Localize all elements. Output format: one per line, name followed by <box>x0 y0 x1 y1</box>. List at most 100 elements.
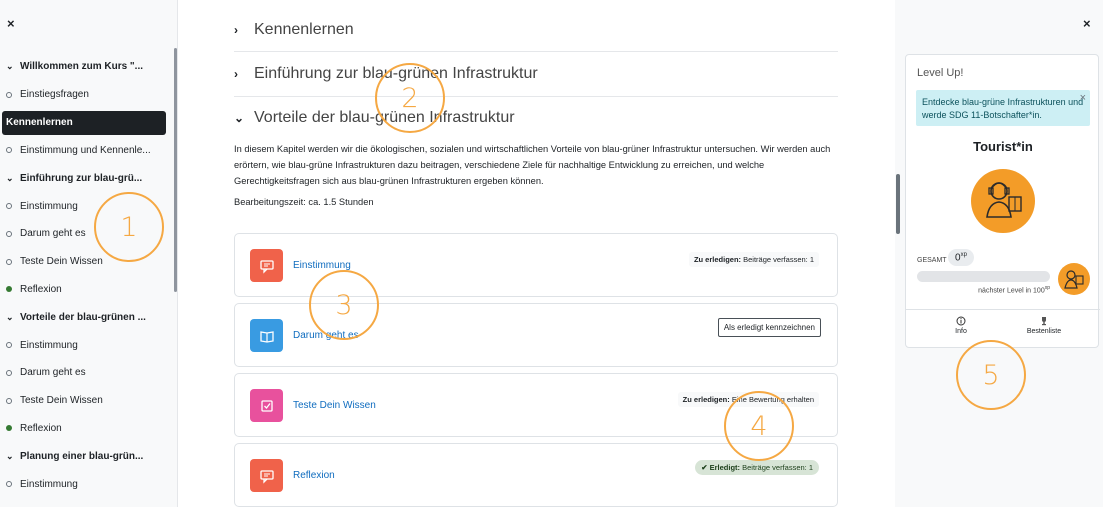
section-header-kennenlernen[interactable]: › Kennenlernen <box>234 8 838 52</box>
sidebar-scrollbar[interactable] <box>174 48 177 292</box>
completed-dot-icon <box>6 425 12 432</box>
sidebar-activity[interactable]: Teste Dein Wissen <box>0 387 172 415</box>
chevron-down-icon: ⌄ <box>6 450 14 461</box>
trophy-icon <box>1024 316 1064 328</box>
open-circle-icon <box>6 230 12 237</box>
sidebar-item-label: Planung einer blau-grün... <box>20 450 144 462</box>
open-circle-icon <box>6 342 12 349</box>
section-duration: Bearbeitungszeit: ca. 1.5 Stunden <box>234 197 374 207</box>
sidebar-item-label: Einstimmung <box>20 339 78 351</box>
open-circle-icon <box>6 369 12 376</box>
sidebar-activity[interactable]: Einstimmung <box>0 331 172 359</box>
annotation-marker: 5 <box>956 340 1026 410</box>
sidebar-item-label: Reflexion <box>20 283 62 295</box>
annotation-marker: 1 <box>94 192 164 262</box>
sidebar-section[interactable]: ⌄ Willkommen zum Kurs "... <box>0 53 172 81</box>
sidebar-item-label: Einstimmung <box>20 478 78 490</box>
sidebar-activity[interactable]: Reflexion <box>0 415 172 443</box>
section-header-einfuehrung[interactable]: › Einführung zur blau-grünen Infrastrukt… <box>234 52 838 97</box>
block-title: Level Up! <box>917 67 964 79</box>
next-level-unit: xp <box>1044 285 1050 291</box>
activity-link[interactable]: Teste Dein Wissen <box>293 400 376 411</box>
intro-alert: Entdecke blau-grüne Infrastrukturen und … <box>916 90 1090 126</box>
next-level-text: nächster Level in 100xp <box>917 285 1050 294</box>
completion-badge: Zu erledigen: Beiträge verfassen: 1 <box>688 252 819 267</box>
badge-label: Zu erledigen: <box>682 395 730 404</box>
course-index: ⌄ Willkommen zum Kurs "... Einstiegsfragen… <box>0 53 172 498</box>
next-level-prefix: nächster Level in <box>978 287 1032 295</box>
sidebar-item-label: Darum geht es <box>20 367 86 379</box>
annotation-marker: 2 <box>375 63 445 133</box>
chevron-right-icon: › <box>234 67 238 81</box>
open-circle-icon <box>6 481 12 488</box>
sidebar-item-label: Kennenlernen <box>6 117 73 129</box>
close-alert-icon[interactable]: × <box>1080 92 1086 105</box>
sidebar-activity[interactable]: Reflexion <box>0 276 172 304</box>
chevron-down-icon: ⌄ <box>6 311 14 322</box>
sidebar-section[interactable]: ⌄ Einführung zur blau-grü... <box>0 164 172 192</box>
open-circle-icon <box>6 203 12 210</box>
section-header-vorteile[interactable]: ⌄ Vorteile der blau-grünen Infrastruktur <box>234 97 838 139</box>
sidebar-section[interactable]: ⌄ Planung einer blau-grün... <box>0 442 172 470</box>
leaderboard-link[interactable]: Bestenliste <box>1024 316 1064 335</box>
sidebar-activity[interactable]: Einstimmung und Kennenle... <box>0 137 172 165</box>
level-avatar-icon <box>971 169 1035 233</box>
book-icon <box>250 319 283 352</box>
badge-label: ✔ Erledigt: <box>701 463 741 472</box>
sidebar-section[interactable]: ⌄ Vorteile der blau-grünen ... <box>0 303 172 331</box>
open-circle-icon <box>6 258 12 265</box>
close-drawer-button[interactable]: × <box>1083 16 1091 31</box>
sidebar-item-label: Vorteile der blau-grünen ... <box>20 311 146 323</box>
forum-icon <box>250 249 283 282</box>
sidebar-item-label: Teste Dein Wissen <box>20 256 103 268</box>
level-name: Tourist*in <box>973 139 1033 154</box>
next-level-value: 100 <box>1033 287 1045 295</box>
block-drawer: × Level Up! Entdecke blau-grüne Infrastr… <box>895 0 1103 507</box>
leaderboard-label: Bestenliste <box>1026 328 1062 335</box>
alert-text: Entdecke blau-grüne Infrastrukturen und … <box>922 97 1084 120</box>
section-description: In diesem Kapitel werden wir die ökologi… <box>234 144 831 186</box>
chevron-down-icon: ⌄ <box>6 61 14 72</box>
level-up-block: Level Up! Entdecke blau-grüne Infrastruk… <box>905 54 1100 348</box>
xp-total: 0xp <box>948 249 974 267</box>
badge-text: Beiträge verfassen: 1 <box>743 255 814 264</box>
forum-icon <box>250 459 283 492</box>
annotation-marker: 3 <box>309 270 379 340</box>
sidebar-item-label: Einstimmung <box>20 200 78 212</box>
info-icon <box>951 316 971 328</box>
chevron-down-icon: ⌄ <box>6 172 14 183</box>
sidebar-item-label: Einführung zur blau-grü... <box>20 172 143 184</box>
sidebar-item-label: Einstimmung und Kennenle... <box>20 144 151 156</box>
info-label: Info <box>955 328 967 335</box>
sidebar-item-label: Willkommen zum Kurs "... <box>20 61 144 73</box>
chevron-right-icon: › <box>234 22 238 37</box>
total-label: GESAMT <box>917 257 947 264</box>
sidebar-item-label: Einstiegsfragen <box>20 89 89 101</box>
quiz-icon <box>250 389 283 422</box>
open-circle-icon <box>6 147 12 154</box>
page-scrollbar[interactable] <box>896 174 900 234</box>
sidebar-activity[interactable]: Einstimmung <box>0 470 172 498</box>
badge-text: Beiträge verfassen: 1 <box>742 463 813 472</box>
level-progress-bar <box>917 271 1050 282</box>
close-drawer-button[interactable]: × <box>7 16 15 31</box>
sidebar-activity[interactable]: Einstiegsfragen <box>0 81 172 109</box>
chevron-down-icon: ⌄ <box>234 111 245 125</box>
sidebar-item-label: Teste Dein Wissen <box>20 395 103 407</box>
xp-unit: xp <box>960 252 967 258</box>
mark-as-done-button[interactable]: Als erledigt kennzeichnen <box>717 318 821 337</box>
info-link[interactable]: Info <box>951 316 971 335</box>
completed-dot-icon <box>6 286 12 293</box>
next-level-avatar-icon <box>1058 263 1090 295</box>
open-circle-icon <box>6 397 12 404</box>
sidebar-section[interactable]: ⌄Kennenlernen <box>2 110 166 135</box>
sidebar-activity[interactable]: Darum geht es <box>0 359 172 387</box>
sidebar-item-label: Reflexion <box>20 422 62 434</box>
annotation-marker: 4 <box>724 391 794 461</box>
badge-label: Zu erledigen: <box>693 255 742 264</box>
completion-done-badge: ✔ Erledigt: Beiträge verfassen: 1 <box>695 460 819 475</box>
activity-link[interactable]: Reflexion <box>293 470 335 481</box>
section-title: Kennenlernen <box>254 20 354 38</box>
sidebar-item-label: Darum geht es <box>20 228 86 240</box>
open-circle-icon <box>6 91 12 98</box>
